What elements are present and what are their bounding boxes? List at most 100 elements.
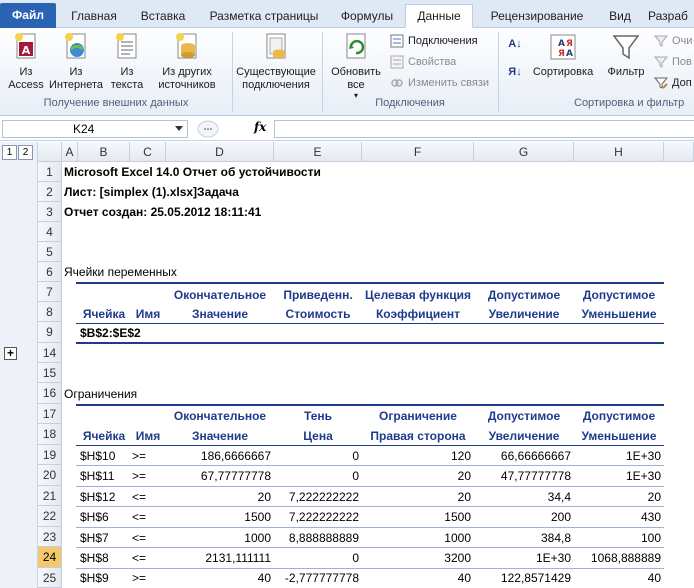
spreadsheet-grid[interactable]: A B C D E F G H 1 2 3 4 5 6 7 8 9 14 15 … — [38, 142, 694, 588]
clear-filter-button[interactable]: Очи — [653, 32, 692, 50]
row-header[interactable]: 14 — [38, 343, 62, 363]
tab-data[interactable]: Данные — [405, 4, 473, 28]
row-header[interactable]: 2 — [38, 182, 62, 202]
row-header[interactable]: 16 — [38, 383, 62, 404]
con-header-f-top: Ограничение — [379, 409, 457, 423]
from-text-label: Из текста — [110, 66, 144, 91]
tab-insert[interactable]: Вставка — [132, 5, 194, 28]
con-header-f: Правая сторона — [370, 429, 466, 443]
advanced-filter-icon — [653, 76, 669, 90]
edit-links-button[interactable]: Изменить связи — [390, 74, 489, 92]
row-header[interactable]: 18 — [38, 424, 62, 445]
column-header-f[interactable]: F — [362, 142, 474, 162]
reapply-button[interactable]: Пов — [653, 53, 692, 71]
var-header-d: Значение — [191, 307, 249, 321]
con-value: 2131,111111 — [205, 551, 271, 565]
existing-connections-button[interactable]: Существующие подключения — [234, 32, 318, 92]
column-header-e[interactable]: E — [274, 142, 362, 162]
column-header-h[interactable]: H — [574, 142, 664, 162]
row-header[interactable]: 7 — [38, 282, 62, 302]
con-header-d-top: Окончательное — [173, 409, 267, 423]
formula-input[interactable] — [274, 120, 694, 138]
con-cell: $H$7 — [80, 531, 109, 545]
resize-handle-icon[interactable] — [196, 120, 220, 138]
outline-level-2-button[interactable]: 2 — [18, 145, 33, 160]
con-rhs: 3200 — [444, 551, 471, 565]
con-price: 0 — [352, 449, 359, 463]
table-border — [76, 323, 664, 324]
from-text-button[interactable]: Из текста — [106, 32, 148, 92]
report-created: Отчет создан: 25.05.2012 18:11:41 — [64, 205, 262, 219]
con-increase: 200 — [550, 510, 571, 524]
table-border — [76, 527, 664, 528]
con-decrease: 1068,888889 — [590, 551, 661, 565]
from-access-button[interactable]: A Из Access — [4, 32, 48, 92]
row-header[interactable]: 17 — [38, 404, 62, 424]
sort-ascending-button[interactable]: А↓ — [504, 38, 526, 51]
tab-view[interactable]: Вид — [600, 5, 640, 28]
properties-button[interactable]: Свойства — [390, 53, 456, 71]
column-header-b[interactable]: B — [78, 142, 130, 162]
from-web-label: Из Интернета — [49, 66, 103, 91]
insert-function-icon[interactable]: fx — [254, 120, 266, 134]
row-header[interactable]: 22 — [38, 506, 62, 527]
var-header-h-top: Допустимое — [582, 288, 656, 302]
connections-label: Подключения — [408, 35, 478, 47]
outline-level-1-button[interactable]: 1 — [2, 145, 17, 160]
from-other-sources-button[interactable]: Из других источников — [152, 32, 222, 92]
row-header[interactable]: 19 — [38, 445, 62, 465]
sort-button[interactable]: АЯЯА Сортировка — [528, 32, 598, 79]
con-rhs: 1000 — [444, 531, 471, 545]
tab-page-layout[interactable]: Разметка страницы — [200, 5, 328, 28]
con-name: >= — [132, 571, 147, 585]
filter-button[interactable]: Фильтр — [604, 32, 648, 79]
sort-descending-button[interactable]: Я↓ — [504, 66, 526, 79]
con-header-g-top: Допустимое — [487, 409, 561, 423]
row-header[interactable]: 6 — [38, 262, 62, 282]
con-increase: 34,4 — [547, 490, 571, 504]
var-header-c: Имя — [135, 307, 161, 321]
refresh-all-button[interactable]: Обновить все ▾ — [326, 32, 386, 100]
tab-home[interactable]: Главная — [62, 5, 126, 28]
formula-tools: fx — [192, 120, 272, 138]
row-header-selected[interactable]: 24 — [38, 547, 62, 568]
tab-review[interactable]: Рецензирование — [478, 5, 596, 28]
ribbon-separator — [498, 32, 499, 112]
column-header-c[interactable]: C — [130, 142, 166, 162]
column-header-g[interactable]: G — [474, 142, 574, 162]
column-header-a[interactable]: A — [62, 142, 78, 162]
con-name: <= — [132, 510, 147, 524]
row-header[interactable]: 8 — [38, 302, 62, 322]
row-header[interactable]: 15 — [38, 363, 62, 383]
row-header[interactable]: 23 — [38, 527, 62, 547]
row-header[interactable]: 20 — [38, 465, 62, 486]
row-header[interactable]: 3 — [38, 202, 62, 222]
sort-ascending-icon: А↓ — [508, 38, 522, 50]
properties-label: Свойства — [408, 56, 457, 68]
expand-group-icon[interactable]: + — [4, 347, 17, 360]
column-header-d[interactable]: D — [166, 142, 274, 162]
row-header[interactable]: 1 — [38, 162, 62, 182]
con-decrease: 20 — [647, 490, 661, 504]
con-cell: $H$6 — [80, 510, 109, 524]
con-cell: $H$12 — [80, 490, 116, 504]
chevron-down-icon[interactable] — [175, 126, 183, 131]
row-header[interactable]: 21 — [38, 486, 62, 506]
row-header[interactable]: 4 — [38, 222, 62, 242]
con-cell: $H$11 — [80, 469, 115, 483]
tab-formulas[interactable]: Формулы — [334, 5, 400, 28]
tab-file[interactable]: Файл — [0, 3, 56, 28]
con-decrease: 40 — [647, 571, 661, 585]
row-header[interactable]: 9 — [38, 322, 62, 343]
con-header-e: Цена — [303, 429, 333, 443]
from-access-label: Из Access — [8, 66, 44, 91]
row-header[interactable]: 25 — [38, 568, 62, 588]
from-web-button[interactable]: Из Интернета — [46, 32, 106, 92]
advanced-filter-button[interactable]: Доп — [653, 74, 692, 92]
tab-developer[interactable]: Разраб — [648, 5, 694, 28]
con-increase: 66,66666667 — [500, 449, 571, 463]
connections-button[interactable]: Подключения — [390, 32, 478, 50]
select-all-corner[interactable] — [38, 142, 62, 162]
row-header[interactable]: 5 — [38, 242, 62, 262]
name-box[interactable]: K24 — [2, 120, 188, 138]
